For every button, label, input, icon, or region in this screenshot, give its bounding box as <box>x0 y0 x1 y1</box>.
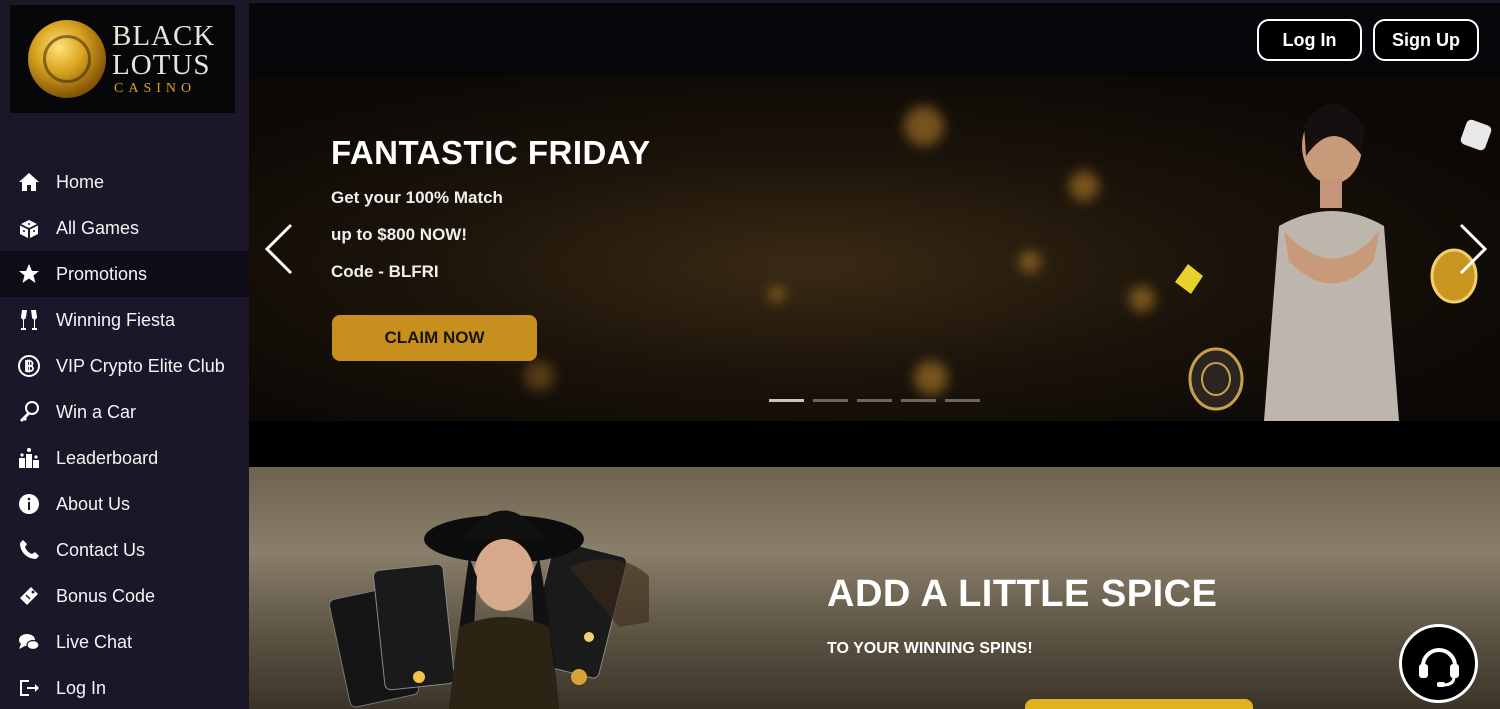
car-key-icon <box>16 400 42 424</box>
sidebar-item-label: All Games <box>56 217 140 238</box>
slider-next-arrow[interactable] <box>1455 221 1491 277</box>
phone-icon <box>16 538 42 562</box>
sidebar-menu: Home All Games Promotions Winning Fiesta… <box>0 159 249 709</box>
sidebar-item-label: About Us <box>56 493 131 514</box>
slider-dot[interactable] <box>813 399 848 402</box>
live-chat-widget[interactable] <box>1399 624 1478 703</box>
info-icon <box>16 492 42 516</box>
podium-icon <box>16 446 42 470</box>
slider-dot[interactable] <box>901 399 936 402</box>
hero-model-image <box>1264 103 1399 421</box>
slider-prev-arrow[interactable] <box>261 221 297 277</box>
sidebar-item-label: Winning Fiesta <box>56 309 176 330</box>
sidebar-item-all-games[interactable]: All Games <box>0 205 249 251</box>
sidebar-item-label: Leaderboard <box>56 447 159 468</box>
banner-cta-button[interactable] <box>1025 699 1253 709</box>
slider-dot[interactable] <box>857 399 892 402</box>
login-icon <box>16 676 42 700</box>
dice-icon <box>16 216 42 240</box>
sidebar-item-label: Log In <box>56 677 107 698</box>
headset-support-icon <box>1418 647 1459 687</box>
sidebar-item-label: Bonus Code <box>56 585 156 606</box>
sidebar-item-bonus-code[interactable]: Bonus Code <box>0 573 249 619</box>
logo[interactable]: BLACK LOTUS CASINO <box>10 5 235 113</box>
section-divider <box>249 421 1500 467</box>
banner-cards-model-image <box>328 510 649 709</box>
logo-line-1: BLACK <box>112 20 216 52</box>
sidebar-item-contact-us[interactable]: Contact Us <box>0 527 249 573</box>
sidebar-item-label: Live Chat <box>56 631 133 652</box>
sidebar-item-label: Home <box>56 171 105 192</box>
chevron-right-icon <box>1459 223 1488 275</box>
sidebar-item-log-in[interactable]: Log In <box>0 665 249 709</box>
champagne-icon <box>16 308 42 332</box>
sidebar-item-label: VIP Crypto Elite Club <box>56 355 225 376</box>
sidebar-item-about-us[interactable]: About Us <box>0 481 249 527</box>
bokeh-light <box>1019 251 1041 273</box>
sidebar-item-label: Promotions <box>56 263 148 284</box>
sidebar-item-vip-crypto[interactable]: VIP Crypto Elite Club <box>0 343 249 389</box>
star-icon <box>16 262 42 286</box>
logo-line-2: LOTUS <box>112 49 211 81</box>
sidebar: BLACK LOTUS CASINO Home All Games Promot… <box>0 0 249 709</box>
bokeh-light <box>904 106 944 146</box>
signup-button[interactable]: Sign Up <box>1373 19 1479 61</box>
logo-line-3: CASINO <box>114 81 197 96</box>
poker-chip-icon <box>1188 347 1244 411</box>
yellow-gem-icon <box>1175 264 1203 294</box>
sidebar-item-leaderboard[interactable]: Leaderboard <box>0 435 249 481</box>
login-button[interactable]: Log In <box>1257 19 1362 61</box>
banner-subtitle: TO YOUR WINNING SPINS! <box>827 640 1033 657</box>
bokeh-light <box>524 361 554 391</box>
hero-slider: FANTASTIC FRIDAY Get your 100% Match up … <box>249 76 1500 421</box>
bokeh-light <box>1069 171 1099 201</box>
spice-banner: ADD A LITTLE SPICE TO YOUR WINNING SPINS… <box>249 467 1500 709</box>
banner-title: ADD A LITTLE SPICE <box>827 573 1218 615</box>
sidebar-item-win-a-car[interactable]: Win a Car <box>0 389 249 435</box>
bokeh-light <box>1129 286 1155 312</box>
sidebar-item-label: Contact Us <box>56 539 146 560</box>
sidebar-item-winning-fiesta[interactable]: Winning Fiesta <box>0 297 249 343</box>
slider-dots <box>769 399 980 402</box>
dice-decoration-icon <box>1460 119 1492 151</box>
hero-line-2: up to $800 NOW! <box>331 225 468 244</box>
sidebar-item-promotions[interactable]: Promotions <box>0 251 249 297</box>
slider-dot[interactable] <box>945 399 980 402</box>
chevron-left-icon <box>264 223 293 275</box>
bokeh-light <box>769 286 785 302</box>
sidebar-item-home[interactable]: Home <box>0 159 249 205</box>
hero-line-1: Get your 100% Match <box>331 188 503 207</box>
sidebar-item-live-chat[interactable]: Live Chat <box>0 619 249 665</box>
claim-now-button[interactable]: CLAIM NOW <box>332 315 537 361</box>
home-icon <box>16 170 42 194</box>
ticket-icon <box>16 584 42 608</box>
slider-dot[interactable] <box>769 399 804 402</box>
logo-text: BLACK LOTUS CASINO <box>112 22 215 96</box>
lotus-dragon-emblem-icon <box>28 20 106 98</box>
hero-title: FANTASTIC FRIDAY <box>331 134 651 171</box>
top-bar: Log In Sign Up <box>249 0 1500 76</box>
bokeh-light <box>914 361 948 395</box>
chat-bubbles-icon <box>16 630 42 654</box>
bitcoin-icon <box>16 354 42 378</box>
sidebar-item-label: Win a Car <box>56 401 137 422</box>
hero-line-3: Code - BLFRI <box>331 262 439 281</box>
